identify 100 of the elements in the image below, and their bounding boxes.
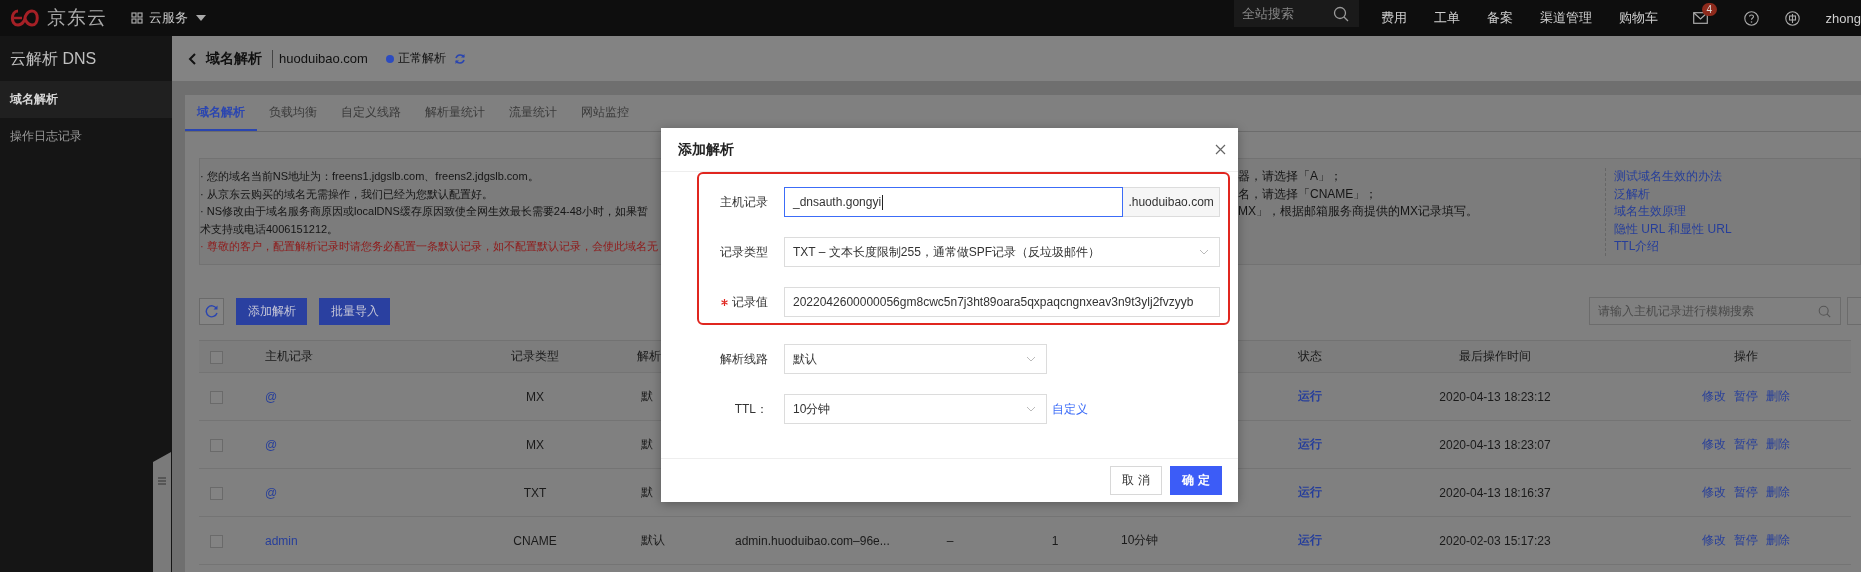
status-text: 运行 bbox=[1298, 389, 1322, 403]
action-link[interactable]: 暂停 bbox=[1733, 437, 1758, 451]
nav-link[interactable]: 费用 bbox=[1380, 9, 1407, 27]
time-cell: 2020-02-03 15:17:23 bbox=[1439, 533, 1551, 548]
caret-icon bbox=[196, 15, 206, 21]
checkbox[interactable] bbox=[210, 486, 223, 500]
action-link[interactable]: 修改 bbox=[1701, 485, 1726, 499]
collapse-handle[interactable] bbox=[153, 452, 171, 572]
line-cell: 默 bbox=[641, 389, 653, 403]
action-link[interactable]: 暂停 bbox=[1733, 485, 1758, 499]
add-button[interactable]: 添加解析 bbox=[236, 297, 307, 325]
confirm-button[interactable]: 确 定 bbox=[1170, 466, 1222, 495]
action-link[interactable]: 修改 bbox=[1701, 533, 1726, 547]
value-cell: admin.huoduibao.com–96e... bbox=[735, 533, 890, 548]
input-field[interactable]: _dnsauth.gongyi bbox=[784, 187, 1124, 217]
line-cell: 默认 bbox=[641, 533, 665, 547]
column-header: 解析 bbox=[637, 349, 661, 363]
tab[interactable]: 网站监控 bbox=[569, 95, 641, 131]
user-name[interactable]: zhong bbox=[1825, 10, 1861, 26]
cancel-button[interactable]: 取 消 bbox=[1110, 466, 1162, 495]
select-field[interactable]: 10分钟 bbox=[784, 394, 1047, 424]
sidebar-item[interactable]: 操作日志记录 bbox=[0, 118, 172, 155]
select-field[interactable]: 默认 bbox=[784, 344, 1047, 374]
tab[interactable]: 负载均衡 bbox=[257, 95, 329, 131]
search-field[interactable]: 全站搜索 bbox=[1233, 0, 1359, 27]
domain-suffix: .huoduibao.com bbox=[1123, 187, 1220, 217]
help-link[interactable]: TTL介绍 bbox=[1614, 238, 1660, 256]
action-link[interactable]: 删除 bbox=[1765, 533, 1790, 547]
required-icon bbox=[721, 298, 728, 306]
nav-link[interactable]: 渠道管理 bbox=[1539, 9, 1592, 27]
host-link[interactable]: @ bbox=[265, 437, 278, 452]
type-cell: MX bbox=[526, 437, 544, 452]
custom-link[interactable]: 自定义 bbox=[1052, 400, 1088, 418]
nav-link[interactable]: 购物车 bbox=[1618, 9, 1658, 27]
status-text: 运行 bbox=[1298, 533, 1322, 547]
refresh-icon[interactable] bbox=[453, 52, 466, 65]
grid-icon bbox=[131, 12, 143, 24]
notice-text: 器，请选择「A」； bbox=[1238, 168, 1342, 185]
line-cell: 默 bbox=[641, 437, 653, 451]
sidebar-title: 云解析 DNS bbox=[9, 49, 98, 69]
action-link[interactable]: 修改 bbox=[1701, 437, 1726, 451]
column-header: 最后操作时间 bbox=[1459, 349, 1531, 363]
help-link[interactable]: 测试域名生效的办法 bbox=[1614, 168, 1722, 186]
nav-link[interactable]: 工单 bbox=[1433, 9, 1460, 27]
table-cell: 1 bbox=[1051, 533, 1059, 548]
status-text: 运行 bbox=[1298, 437, 1322, 451]
checkbox[interactable] bbox=[210, 438, 223, 452]
help-link[interactable]: 泛解析 bbox=[1614, 185, 1650, 204]
refresh-button[interactable] bbox=[199, 297, 224, 325]
currency-icon[interactable] bbox=[1784, 10, 1800, 26]
notice-text: · 尊敬的客户，配置解析记录时请您务必配置一条默认记录，如不配置默认记录，会使此域名无 bbox=[200, 239, 658, 255]
mail-icon[interactable] bbox=[1692, 12, 1708, 24]
import-button[interactable]: 批量导入 bbox=[319, 297, 390, 325]
type-cell: MX bbox=[526, 389, 544, 404]
action-link[interactable]: 修改 bbox=[1701, 389, 1726, 403]
time-cell: 2020-04-13 18:16:37 bbox=[1439, 485, 1551, 500]
tab[interactable]: 域名解析 bbox=[185, 95, 257, 131]
notice-text: · NS修改由于域名服务商原因或localDNS缓存原因致使全网生效最长需要24-48小时，如果暂 bbox=[200, 204, 648, 220]
action-link[interactable]: 删除 bbox=[1765, 437, 1790, 451]
time-cell: 2020-04-13 18:23:12 bbox=[1439, 389, 1551, 404]
checkbox[interactable] bbox=[210, 390, 223, 404]
tab[interactable]: 自定义线路 bbox=[329, 95, 413, 131]
close-icon[interactable] bbox=[1215, 144, 1226, 155]
checkbox[interactable] bbox=[210, 534, 223, 548]
product-menu[interactable]: 云服务 bbox=[149, 9, 206, 27]
tab[interactable]: 解析量统计 bbox=[413, 95, 497, 131]
domain-name: huoduibao.com bbox=[279, 51, 368, 66]
action-link[interactable]: 暂停 bbox=[1733, 389, 1758, 403]
chevron-icon bbox=[1199, 249, 1209, 255]
action-link[interactable]: 暂停 bbox=[1733, 533, 1758, 547]
help-link[interactable]: 隐性 URL 和显性 URL bbox=[1614, 220, 1732, 239]
select-field[interactable]: TXT – 文本长度限制255，通常做SPF记录（反垃圾邮件） bbox=[784, 237, 1220, 267]
sidebar-item[interactable]: 域名解析 bbox=[0, 81, 172, 118]
search-icon bbox=[1818, 305, 1831, 318]
page-title: 域名解析 bbox=[206, 49, 262, 68]
help-icon[interactable] bbox=[1743, 10, 1759, 26]
column-header: 状态 bbox=[1298, 349, 1322, 363]
notice-text: 名，请选择「CNAME」； bbox=[1238, 185, 1378, 203]
column-header: 记录类型 bbox=[511, 349, 559, 363]
field-label: TTL： bbox=[734, 401, 768, 416]
field-label: 解析线路 bbox=[720, 351, 768, 366]
field-label: 主机记录 bbox=[720, 194, 768, 209]
dialog-title: 添加解析 bbox=[678, 140, 734, 159]
notification-badge: 4 bbox=[1701, 3, 1718, 16]
action-link[interactable]: 删除 bbox=[1765, 389, 1790, 403]
back-icon[interactable] bbox=[188, 52, 196, 65]
host-link[interactable]: admin bbox=[265, 533, 298, 548]
field-label: 记录类型 bbox=[720, 244, 768, 259]
host-link[interactable]: @ bbox=[265, 389, 278, 404]
help-link[interactable]: 域名生效原理 bbox=[1614, 203, 1686, 221]
checkbox[interactable] bbox=[210, 350, 223, 364]
host-link[interactable]: @ bbox=[265, 485, 278, 500]
ttl-cell: 10分钟 bbox=[1121, 533, 1159, 547]
action-link[interactable]: 删除 bbox=[1765, 485, 1790, 499]
column-header: 主机记录 bbox=[265, 349, 313, 363]
brand-name: 京东云 bbox=[47, 6, 107, 30]
nav-link[interactable]: 备案 bbox=[1486, 9, 1513, 27]
table-cell: – bbox=[946, 533, 954, 548]
tab[interactable]: 流量统计 bbox=[497, 95, 569, 131]
input-field[interactable]: 2022042600000056gm8cwc5n7j3ht89oara5qxpaqcngnxeav3n9t3ylj2fvzyyb bbox=[784, 287, 1220, 317]
